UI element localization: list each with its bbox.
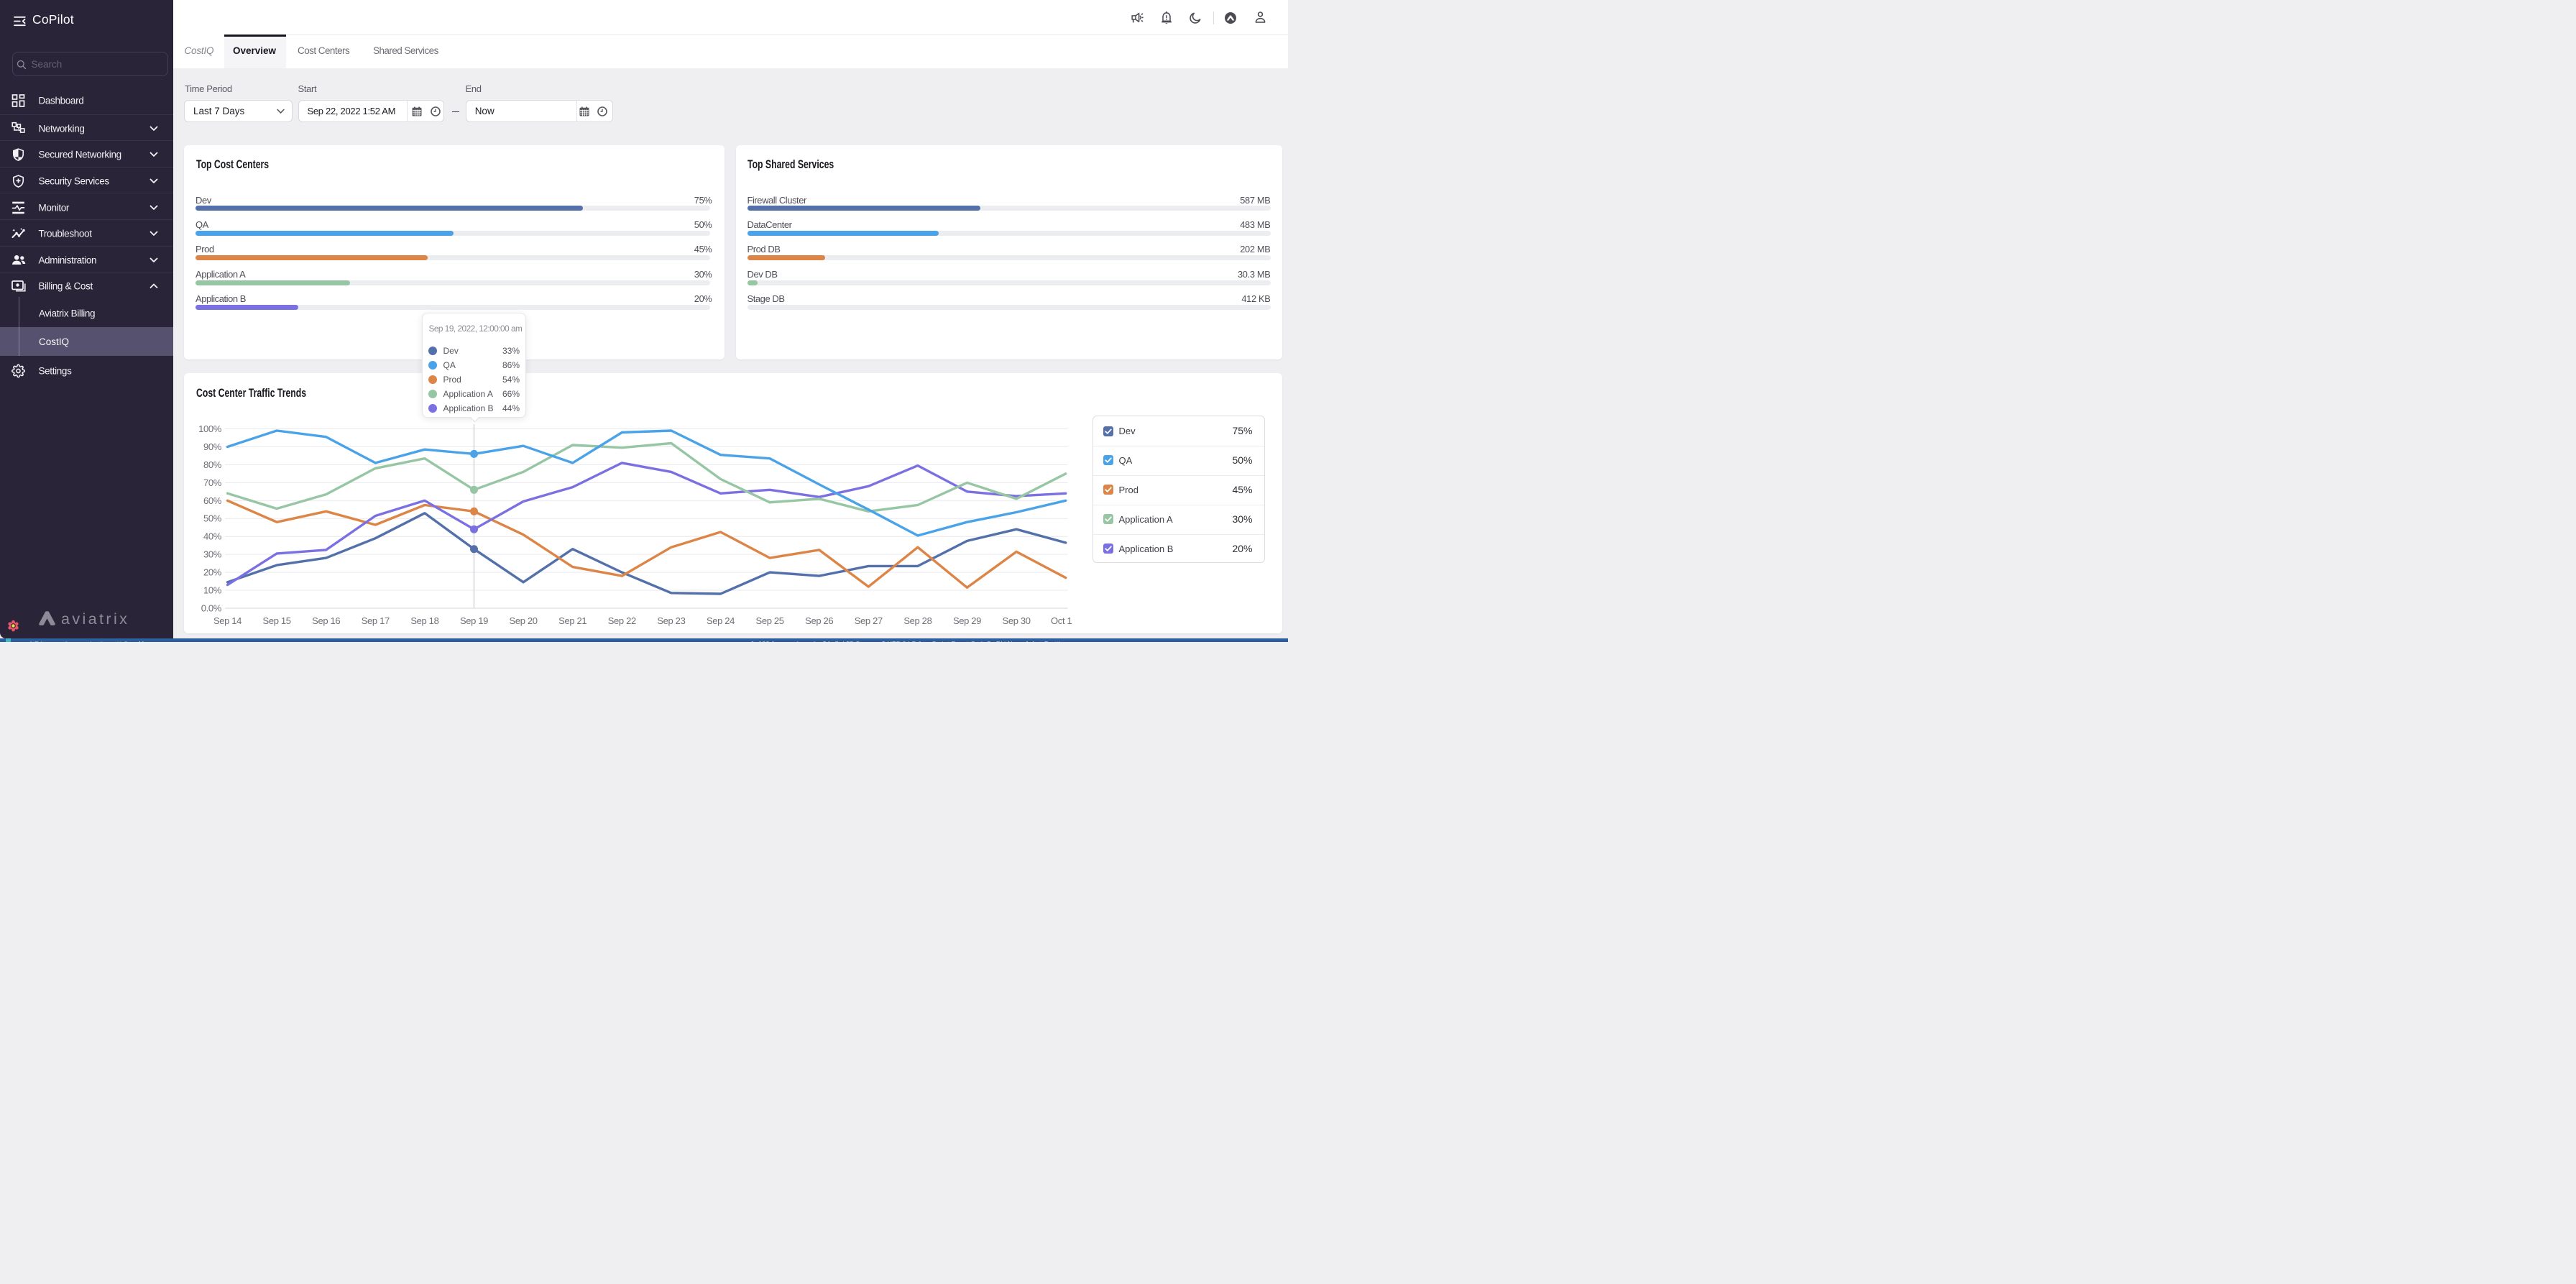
svg-text:70%: 70% [203,477,222,488]
svg-text:Oct 1: Oct 1 [1051,615,1072,626]
svg-text:Sep 18: Sep 18 [410,615,438,626]
svg-text:Sep 28: Sep 28 [903,615,932,626]
svg-text:20%: 20% [203,567,222,578]
svg-text:0.0%: 0.0% [201,603,222,614]
svg-text:Sep 30: Sep 30 [1003,615,1031,626]
svg-text:Sep 22: Sep 22 [608,615,636,626]
svg-text:Sep 23: Sep 23 [657,615,685,626]
svg-text:30%: 30% [203,549,222,560]
svg-text:40%: 40% [203,531,222,542]
svg-text:10%: 10% [203,585,222,596]
svg-text:Sep 15: Sep 15 [263,615,291,626]
svg-text:100%: 100% [198,423,222,434]
svg-text:Sep 19: Sep 19 [460,615,488,626]
svg-text:90%: 90% [203,441,222,452]
svg-text:60%: 60% [203,495,222,506]
svg-text:Sep 20: Sep 20 [510,615,538,626]
svg-text:Sep 24: Sep 24 [707,615,735,626]
svg-text:Sep 25: Sep 25 [756,615,784,626]
svg-text:Sep 16: Sep 16 [312,615,340,626]
svg-text:Sep 17: Sep 17 [362,615,390,626]
svg-text:Sep 14: Sep 14 [213,615,242,626]
svg-text:50%: 50% [203,513,222,524]
svg-text:Sep 27: Sep 27 [855,615,883,626]
svg-text:Sep 21: Sep 21 [558,615,586,626]
svg-text:Sep 29: Sep 29 [953,615,981,626]
svg-text:80%: 80% [203,459,222,470]
svg-text:Sep 26: Sep 26 [805,615,833,626]
